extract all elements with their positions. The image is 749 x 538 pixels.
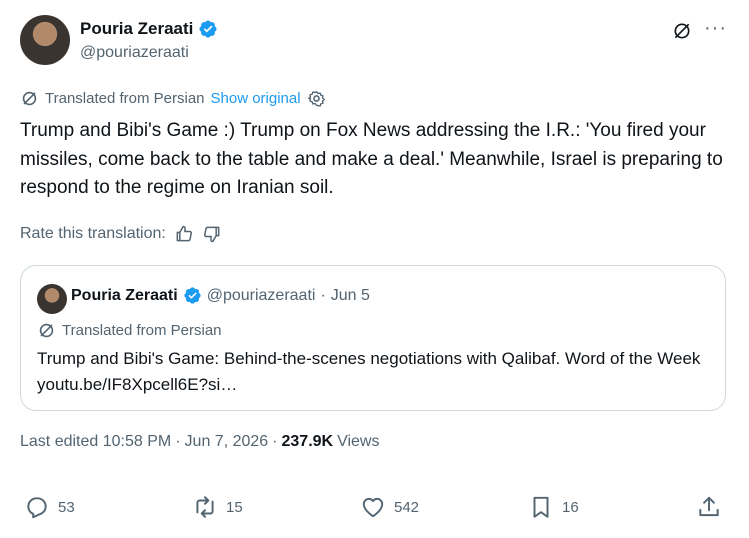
- repost-button[interactable]: 15: [192, 494, 243, 520]
- heart-icon: [362, 497, 384, 518]
- meta-separator: ·: [272, 433, 278, 450]
- share-button[interactable]: [696, 494, 722, 520]
- last-edited[interactable]: Last edited 10:58 PM: [20, 433, 171, 451]
- show-original-link[interactable]: Show original: [211, 90, 301, 107]
- repost-icon: [196, 496, 214, 518]
- quote-avatar[interactable]: [37, 284, 67, 314]
- views-count: 237.9K: [281, 433, 334, 450]
- author-handle[interactable]: @pouriazeraati: [80, 44, 189, 62]
- like-button[interactable]: 542: [360, 494, 419, 520]
- translation-label: Translated from Persian: [45, 90, 205, 107]
- quote-author-name[interactable]: Pouria Zeraati: [71, 287, 178, 305]
- repost-count: 15: [226, 498, 243, 516]
- grok-icon[interactable]: [672, 21, 692, 41]
- verified-badge-icon[interactable]: [198, 19, 218, 39]
- tweet-meta: Last edited 10:58 PM · Jun 7, 2026 · 237…: [20, 433, 379, 451]
- quote-separator: ·: [320, 286, 326, 304]
- quote-date[interactable]: Jun 5: [331, 287, 370, 305]
- bookmark-icon: [533, 496, 549, 518]
- rate-translation-label: Rate this translation:: [20, 225, 166, 242]
- views-label: Views: [337, 433, 380, 450]
- translate-icon: [39, 323, 54, 338]
- quote-text: Trump and Bibi's Game: Behind-the-scenes…: [37, 349, 701, 394]
- reply-button[interactable]: 53: [24, 494, 75, 520]
- bookmark-button[interactable]: 16: [528, 494, 579, 520]
- author-name[interactable]: Pouria Zeraati: [80, 19, 193, 39]
- quote-translation-row: Translated from Persian: [37, 321, 222, 340]
- post-date[interactable]: Jun 7, 2026: [185, 433, 269, 451]
- reply-icon: [27, 497, 47, 519]
- verified-badge-icon: [184, 287, 201, 304]
- tweet-text: Trump and Bibi's Game :) Trump on Fox Ne…: [20, 120, 723, 198]
- share-icon: [699, 496, 719, 517]
- settings-gear-icon[interactable]: [307, 89, 326, 108]
- like-count: 542: [394, 498, 420, 516]
- rate-translation-row: Rate this translation:: [20, 224, 222, 244]
- quote-author-handle: @pouriazeraati: [206, 286, 316, 304]
- reply-count: 53: [58, 498, 75, 516]
- quote-header: Pouria Zeraati @pouriazeraati · Jun 5: [71, 286, 370, 305]
- translate-icon: [22, 91, 37, 106]
- thumbs-up-icon[interactable]: [174, 224, 194, 244]
- translation-row: Translated from Persian Show original: [20, 89, 326, 108]
- meta-separator: ·: [175, 433, 181, 450]
- thumbs-down-icon[interactable]: [202, 224, 222, 244]
- bookmark-count: 16: [562, 498, 579, 516]
- more-options-icon[interactable]: ···: [704, 18, 726, 40]
- quote-translation-label: Translated from Persian: [62, 322, 222, 339]
- author-name-row[interactable]: Pouria Zeraati: [80, 19, 218, 39]
- avatar[interactable]: [20, 15, 70, 65]
- quoted-tweet-card[interactable]: Pouria Zeraati @pouriazeraati · Jun 5 Tr…: [20, 265, 726, 411]
